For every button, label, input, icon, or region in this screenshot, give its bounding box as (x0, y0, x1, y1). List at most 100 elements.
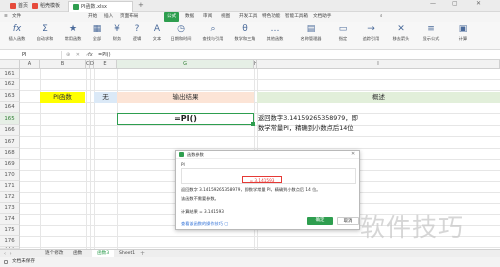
calc-result: 计算结果 = 3.141593 (181, 209, 224, 214)
name-list-icon: ▤ (306, 24, 316, 34)
row-header-168[interactable]: 168 (0, 148, 20, 159)
fx-icon[interactable]: fx (88, 50, 93, 60)
row-header-173[interactable]: 173 (0, 203, 20, 214)
row-header-167[interactable]: 167 (0, 136, 20, 148)
menu-insert[interactable]: 插入 (104, 12, 113, 22)
document-icon (4, 260, 8, 264)
no-arguments-note: 该函数不需要参数。 (181, 196, 219, 201)
clock-icon: ◷ (177, 24, 185, 34)
menu-view[interactable]: 视图 (221, 12, 230, 22)
watermark-text: 软件技巧 (360, 213, 465, 242)
external-link-icon: ▢ (224, 221, 229, 226)
fill-handle[interactable] (251, 122, 255, 126)
menu-developer[interactable]: 开发工具 (239, 12, 257, 22)
theta-icon: θ (242, 24, 248, 34)
spreadsheet-icon (73, 3, 79, 10)
close-icon[interactable]: ✕ (476, 0, 481, 7)
cell-g165-active[interactable]: =PI() (117, 113, 254, 125)
cell-i165[interactable]: 返回数字3.14159265358979，即数学常量PI，精确到小数点后14位 (258, 114, 358, 134)
status-text: 文档未保存 (12, 259, 35, 264)
menu-data[interactable]: 数据 (185, 12, 194, 22)
calculate-button[interactable]: ▣ 计算 (448, 24, 478, 48)
row-header-172[interactable]: 172 (0, 192, 20, 203)
dialog-close-icon[interactable]: ✕ (351, 151, 355, 157)
name-box[interactable]: PI (2, 51, 62, 59)
trace-precedents-button[interactable]: → 追踪引用 (356, 24, 386, 48)
define-icon: ▭ (338, 24, 348, 34)
name-manager-button[interactable]: ▤ 名称管理器 (296, 24, 326, 48)
result-preview: = 3.141593 (242, 176, 282, 183)
minimize-icon[interactable]: — (430, 0, 436, 7)
cell-g163[interactable]: 输出结果 (117, 92, 254, 103)
row-header-166[interactable]: 166 (0, 125, 20, 136)
more-icon: … (270, 24, 280, 34)
row-header-161[interactable]: 161 (0, 69, 20, 79)
row-header-174[interactable]: 174 (0, 214, 20, 225)
sheet-tab-bar: ‹ › 逐个修改 函数 函数3 Sheet1 + (0, 249, 500, 258)
column-header-e[interactable]: E (94, 60, 117, 69)
text-icon: A (153, 24, 161, 34)
autosum-button[interactable]: Σ 自动求和 (30, 24, 60, 48)
row-header-171[interactable]: 171 (0, 181, 20, 192)
column-header-b[interactable]: B (40, 60, 86, 69)
menu-formulas[interactable]: 公式 (164, 12, 180, 22)
column-header-g[interactable]: G (117, 60, 254, 69)
hamburger-icon[interactable]: ≡ (4, 12, 8, 22)
calculator-icon: ▣ (458, 24, 468, 34)
formula-icon: ≡ (427, 24, 435, 34)
tab-document[interactable]: PI函数.xlsx (68, 1, 133, 12)
help-link[interactable]: 查看该函数的操作技巧 ▢ (181, 221, 228, 227)
app-icon (179, 152, 184, 157)
row-header-176[interactable]: 176 (0, 236, 20, 247)
new-tab-icon[interactable]: + (138, 1, 144, 9)
cell-i163[interactable]: 概述 (257, 92, 500, 103)
maximize-icon[interactable]: ▢ (452, 0, 458, 7)
search-icon[interactable]: ⌕ (380, 12, 383, 22)
dialog-title: 函数参数 (187, 152, 204, 157)
date-time-button[interactable]: ◷ 日期和时间 (166, 24, 196, 48)
formula-input[interactable]: =PI() (98, 50, 498, 60)
row-header-170[interactable]: 170 (0, 170, 20, 181)
insert-function-button[interactable]: fx 插入函数 (2, 24, 32, 48)
remove-arrows-button[interactable]: ✕ 移去箭头 (386, 24, 416, 48)
menu-toolbox[interactable]: 智能工具箱 (285, 12, 308, 22)
docer-icon (32, 2, 38, 9)
row-header-163[interactable]: 163 (0, 90, 20, 102)
dialog-titlebar: 函数参数 ✕ (176, 151, 359, 159)
row-header-169[interactable]: 169 (0, 159, 20, 170)
formula-bar: PI ⊕ ✕ ✓ fx =PI() (0, 50, 500, 60)
cancel-button[interactable]: 取消 (337, 217, 359, 225)
menu-file[interactable]: 文件 (12, 12, 21, 22)
math-trig-button[interactable]: θ 数学和三角 (230, 24, 260, 48)
row-header-164[interactable]: 164 (0, 102, 20, 113)
menu-features[interactable]: 特色功能 (262, 12, 280, 22)
row-header-162[interactable]: 162 (0, 79, 20, 90)
show-formulas-button[interactable]: ≡ 显示公式 (416, 24, 446, 48)
title-bar: 首页 稻壳模板 PI函数.xlsx + — ▢ ✕ (0, 0, 500, 12)
status-bar: 文档未保存 (0, 257, 500, 267)
ok-button[interactable]: 确定 (307, 217, 333, 225)
lookup-button[interactable]: ⌕ 查找与引用 (198, 24, 228, 48)
star-icon: ★ (68, 24, 78, 34)
fx-icon: fx (12, 24, 22, 34)
menu-review[interactable]: 审阅 (203, 12, 212, 22)
sigma-icon: Σ (42, 24, 48, 34)
arrow-icon: → (367, 24, 375, 34)
row-header-175[interactable]: 175 (0, 225, 20, 236)
define-button[interactable]: ▭ 指定 (328, 24, 358, 48)
other-functions-button[interactable]: … 其他函数 (260, 24, 290, 48)
tab-docer[interactable]: 稻壳模板 (28, 1, 64, 12)
row-header-165[interactable]: 165 (0, 113, 20, 125)
menu-home[interactable]: 开始 (88, 12, 97, 22)
cell-e163[interactable]: 无 (94, 92, 117, 103)
column-header-i[interactable]: I (257, 60, 500, 69)
select-all-corner[interactable] (0, 60, 20, 69)
remove-arrows-icon: ✕ (397, 24, 405, 34)
menu-doc-assistant[interactable]: 文档助手 (313, 12, 331, 22)
function-description: 返回数字 3.14159265358979，即数学常量 PI，精确到小数点后 1… (181, 187, 321, 192)
column-header-a[interactable]: A (20, 60, 40, 69)
ribbon: fx 插入函数 Σ 自动求和 ★ 常用函数 ▦ 全部 ¥ 财务 ? 逻辑 A 文本 ◷ 日期和时… (0, 22, 500, 50)
function-name: PI (181, 162, 185, 167)
cell-b163[interactable]: PI函数 (40, 92, 85, 103)
menu-page-layout[interactable]: 页面布局 (120, 12, 138, 22)
